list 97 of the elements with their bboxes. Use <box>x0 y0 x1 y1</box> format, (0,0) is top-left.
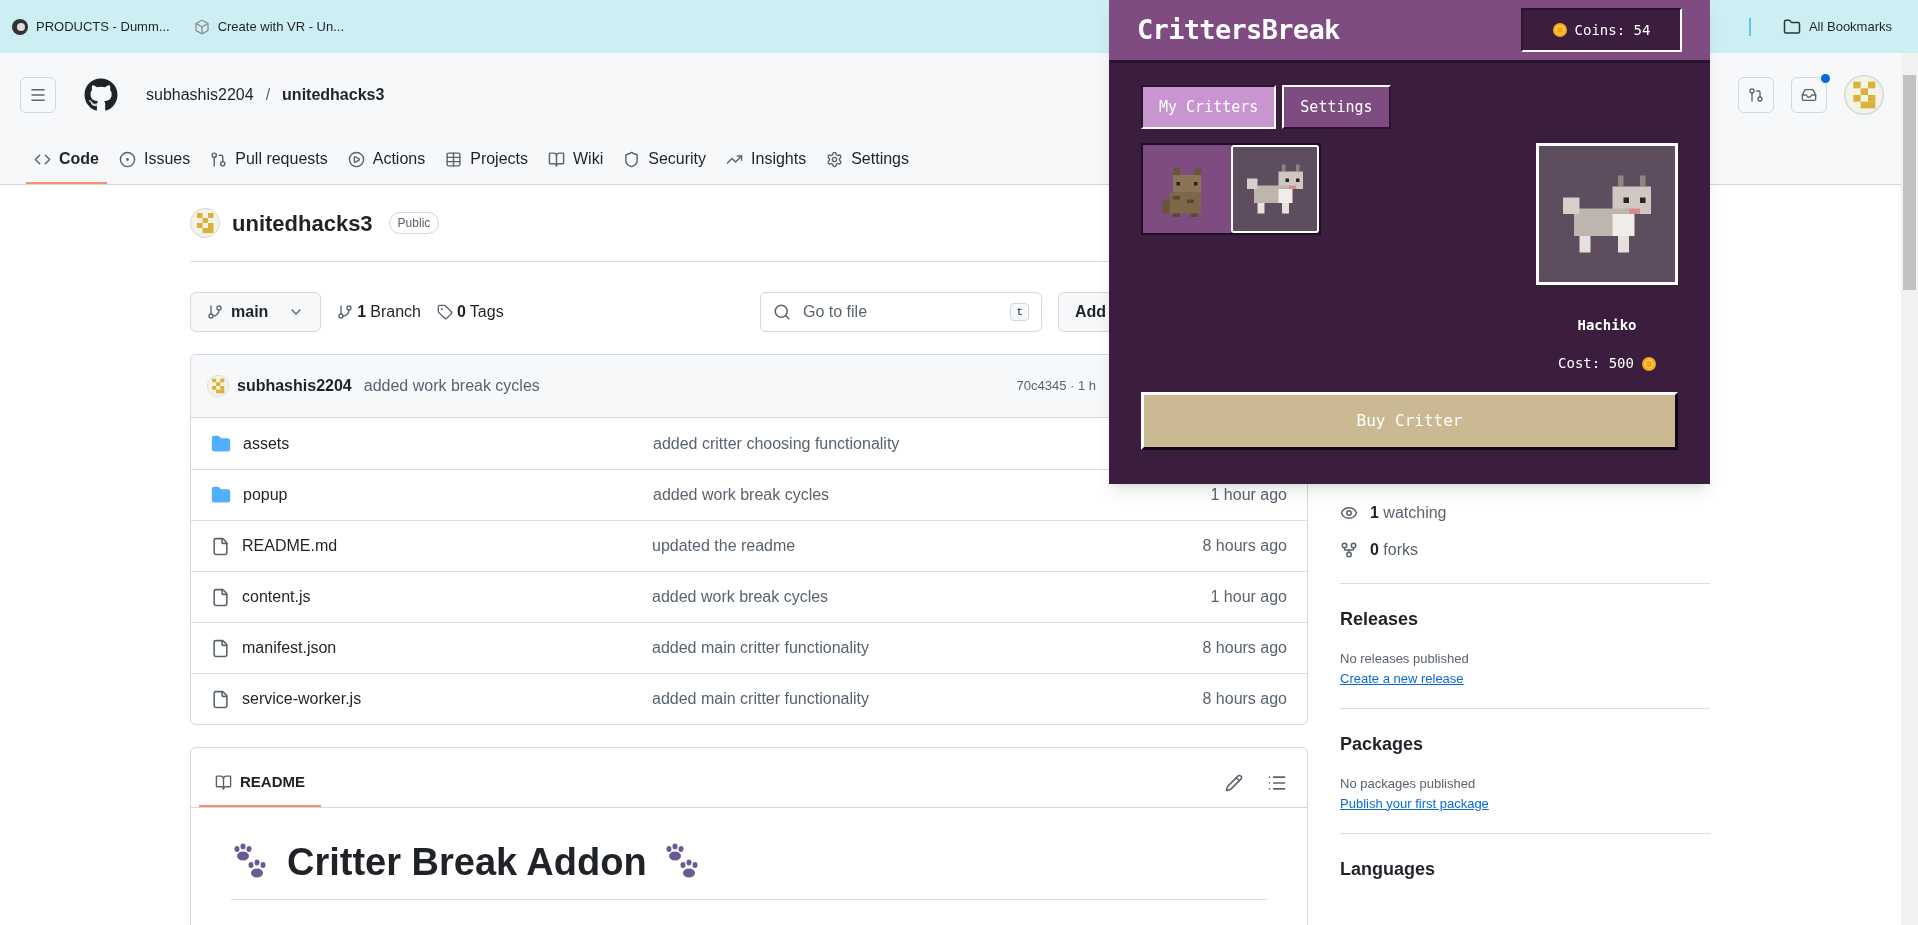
commit-message[interactable]: added critter choosing functionality <box>653 431 900 456</box>
file-name[interactable]: README.md <box>242 534 652 558</box>
pull-request-icon <box>1748 86 1764 103</box>
file-icon <box>211 638 230 658</box>
author-avatar <box>207 375 229 397</box>
section-title: Packages <box>1340 733 1425 756</box>
section-link[interactable]: Publish your first package <box>1340 793 1710 813</box>
file-icon <box>211 689 230 709</box>
file-icon <box>211 587 230 607</box>
commit-time: 1 hour ago <box>1210 485 1287 505</box>
issues-icon <box>119 150 136 168</box>
file-name[interactable]: content.js <box>242 585 652 609</box>
critter-cost: Cost: 500 <box>1558 354 1634 373</box>
eye-icon <box>1340 504 1358 522</box>
repo-tab[interactable]: Code <box>26 136 107 184</box>
popup-title: CrittersBreak <box>1137 12 1340 47</box>
folder-icon <box>1782 17 1801 36</box>
menu-button[interactable] <box>20 76 56 113</box>
inbox-icon <box>1801 86 1817 103</box>
path-separator: / <box>264 84 272 105</box>
commit-message[interactable]: added work break cycles <box>363 374 540 398</box>
commit-hash-time: 70c4345 · 1 h <box>1016 377 1096 396</box>
search-input[interactable]: Go to file <box>803 300 999 324</box>
settings-icon <box>826 150 844 168</box>
section-title: Languages <box>1340 858 1437 881</box>
book-icon <box>215 773 232 791</box>
popup-tab[interactable]: Settings <box>1282 85 1391 129</box>
security-icon <box>623 150 641 168</box>
repo-avatar <box>190 208 220 238</box>
commit-time: 8 hours ago <box>1202 638 1287 658</box>
forks-link[interactable]: 0 forks <box>1370 538 1419 562</box>
commit-message[interactable]: added main critter functionality <box>652 636 869 660</box>
actions-icon <box>347 150 365 168</box>
file-name[interactable]: service-worker.js <box>242 687 652 711</box>
scrollbar-thumb[interactable] <box>1903 75 1916 290</box>
bookmark-item[interactable]: Create with VR - Un... <box>193 16 345 37</box>
repo-link[interactable]: unitedhacks3 <box>282 82 385 107</box>
file-name[interactable]: assets <box>243 431 653 456</box>
critter-name: Hachiko <box>1577 316 1637 335</box>
branch-icon <box>207 304 223 320</box>
tags-link[interactable]: 0 Tags <box>436 300 504 324</box>
branch-selector[interactable]: main <box>190 292 322 332</box>
bookmark-item[interactable]: PRODUCTS - Dumm... <box>12 16 170 37</box>
readme-heading: Critter Break Addon <box>287 840 647 885</box>
fork-icon <box>1340 541 1358 559</box>
commit-message[interactable]: added work break cycles <box>653 483 830 507</box>
branch-icon <box>337 304 354 320</box>
commit-message[interactable]: added work break cycles <box>652 585 829 609</box>
folder-icon <box>211 485 231 505</box>
repo-tab[interactable]: Security <box>615 136 715 184</box>
section-link[interactable]: Create a new release <box>1340 668 1710 688</box>
section-note: No releases published <box>1340 650 1470 668</box>
file-name[interactable]: popup <box>243 483 653 507</box>
repo-tab[interactable]: Wiki <box>540 136 612 184</box>
wiki-icon <box>548 150 565 168</box>
section-title: Releases <box>1340 608 1420 631</box>
coin-icon <box>1552 23 1567 37</box>
folder-icon <box>211 433 231 454</box>
commit-time: 8 hours ago <box>1202 689 1287 709</box>
watchers-link[interactable]: 1 watching <box>1370 501 1447 525</box>
pull-requests-button[interactable] <box>1738 76 1774 113</box>
repo-tab[interactable]: Issues <box>111 136 199 184</box>
coins-counter: Coins: 54 <box>1521 8 1682 52</box>
search-icon <box>773 303 791 321</box>
pulls-icon <box>210 150 228 168</box>
repo-title: unitedhacks3 <box>232 209 373 238</box>
cube-icon <box>193 18 210 35</box>
commit-message[interactable]: added main critter functionality <box>652 687 869 711</box>
inbox-button[interactable] <box>1791 76 1827 113</box>
section-note: No packages published <box>1340 775 1477 793</box>
critter-tile[interactable] <box>1143 145 1231 233</box>
commit-time: 1 hour ago <box>1210 587 1287 607</box>
readme-tab[interactable]: README <box>199 759 321 807</box>
edit-icon[interactable] <box>1225 774 1243 792</box>
repo-tab[interactable]: Insights <box>718 136 815 184</box>
projects-icon <box>445 150 463 168</box>
commit-time: 8 hours ago <box>1202 536 1287 556</box>
coin-icon <box>1641 356 1656 371</box>
circle-logo-icon <box>12 18 28 35</box>
github-logo-icon[interactable] <box>84 77 118 112</box>
file-name[interactable]: manifest.json <box>242 636 652 660</box>
repo-tab[interactable]: Actions <box>339 136 434 184</box>
repo-tab[interactable]: Settings <box>818 136 917 184</box>
shortcut-key: t <box>1010 302 1029 322</box>
user-avatar <box>1844 74 1884 115</box>
scrollbar[interactable] <box>1901 53 1918 925</box>
commit-message[interactable]: updated the readme <box>652 534 796 558</box>
all-bookmarks-button[interactable]: All Bookmarks <box>1782 16 1892 37</box>
file-icon <box>211 536 230 556</box>
commit-author[interactable]: subhashis2204 <box>237 374 352 398</box>
owner-link[interactable]: subhashis2204 <box>146 82 254 107</box>
tag-icon <box>436 304 453 320</box>
outline-icon[interactable] <box>1267 773 1287 793</box>
go-to-file-field[interactable]: Go to file t <box>760 292 1042 332</box>
repo-tab[interactable]: Pull requests <box>202 136 336 184</box>
repo-tab[interactable]: Projects <box>437 136 536 184</box>
branches-link[interactable]: 1 Branch <box>337 300 421 324</box>
